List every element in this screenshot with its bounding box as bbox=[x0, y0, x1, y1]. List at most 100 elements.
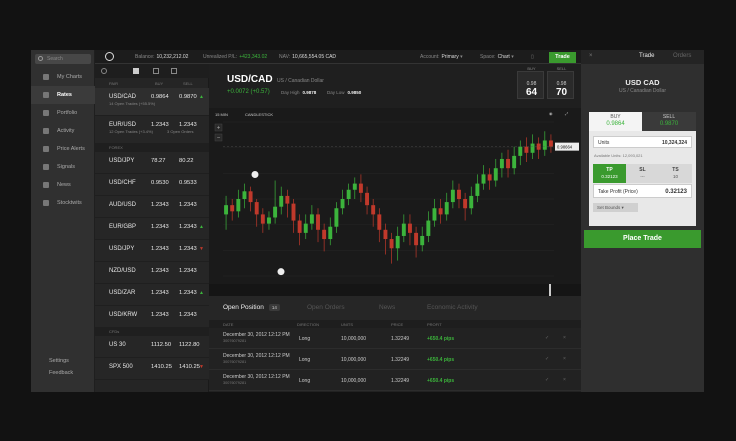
set-bounds-dropdown[interactable]: Set Bounds ▾ bbox=[593, 203, 638, 212]
candle-body bbox=[248, 191, 253, 203]
nav-item-price-alerts[interactable]: Price Alerts bbox=[31, 140, 95, 158]
check-icon[interactable]: ✓ bbox=[545, 377, 549, 383]
pair-title: USD/CAD bbox=[227, 74, 273, 85]
nav-item-stocktwits[interactable]: Stocktwits bbox=[31, 194, 95, 212]
close-icon[interactable]: × bbox=[563, 377, 566, 383]
position-row[interactable]: December 30, 2012 12:12 PM 30076079281 Lon… bbox=[209, 349, 581, 370]
candle-body bbox=[358, 183, 363, 193]
pair-name: US / Canadian Dollar bbox=[277, 78, 324, 84]
search-input[interactable]: Search bbox=[35, 54, 91, 64]
candle-body bbox=[457, 189, 461, 199]
navigator-strip[interactable] bbox=[209, 284, 581, 296]
arrow-up-icon: ▲ bbox=[199, 224, 204, 230]
tab-news[interactable]: News bbox=[379, 304, 395, 311]
trade-pair-name: US / Canadian Dollar bbox=[619, 88, 666, 94]
close-icon[interactable]: × bbox=[563, 356, 566, 362]
position-date: December 30, 2012 12:12 PM bbox=[223, 374, 290, 380]
trade-marker[interactable] bbox=[277, 268, 285, 276]
rate-symbol: AUD/USD bbox=[109, 202, 137, 208]
rate-row[interactable]: USD/CHF 0.9530 0.9533 bbox=[95, 174, 209, 196]
nav-item-news[interactable]: News bbox=[31, 176, 95, 194]
buy-quote-button[interactable]: BUY 0.98 64 bbox=[517, 66, 544, 99]
units-input[interactable]: Units 10,324,324 bbox=[593, 136, 692, 148]
sl-option[interactable]: SL --- bbox=[626, 164, 659, 183]
activity-icon bbox=[43, 128, 49, 134]
rate-buy: 1.2343 bbox=[151, 202, 169, 208]
candle-body bbox=[285, 195, 290, 204]
arrow-up-icon: ▲ bbox=[199, 290, 204, 296]
buy-side-tab[interactable]: BUY 0.9864 bbox=[589, 112, 642, 131]
current-price-label: 0.98664 bbox=[557, 144, 573, 149]
grid-view-icon[interactable] bbox=[153, 68, 159, 74]
candle-body bbox=[512, 155, 517, 169]
sell-side-tab[interactable]: SELL 0.9870 bbox=[642, 112, 696, 131]
nav-label: Price Alerts bbox=[57, 146, 85, 152]
candle-body bbox=[254, 202, 259, 215]
lock-icon[interactable]: ▯ bbox=[531, 50, 534, 64]
rate-row[interactable]: USD/ZAR 1.2343 1.2343 ▲ bbox=[95, 284, 209, 306]
list-view-icon[interactable] bbox=[133, 68, 139, 74]
account-selector[interactable]: Account: Primary ▾ bbox=[420, 50, 463, 64]
navigator-handle[interactable] bbox=[549, 284, 551, 296]
rate-row[interactable]: EUR/USD 1.2343 1.2343 12 Open Trades (+3.4%… bbox=[95, 116, 209, 144]
left-nav: Search My Charts Rates Portfolio Activit… bbox=[31, 50, 95, 392]
trade-marker[interactable] bbox=[251, 171, 259, 179]
trade-button[interactable]: Trade bbox=[549, 52, 576, 63]
position-row[interactable]: December 30, 2012 12:12 PM 30076079281 Lon… bbox=[209, 328, 581, 349]
rate-sub-orders: 3 Open Orders bbox=[167, 129, 194, 134]
space-selector[interactable]: Space: Chart ▾ bbox=[480, 50, 514, 64]
candle-body bbox=[487, 174, 492, 181]
rate-symbol: USD/JPY bbox=[109, 158, 135, 164]
take-profit-input[interactable]: Take Profit (Price) 0.32123 bbox=[593, 184, 692, 198]
alert-icon bbox=[43, 146, 49, 152]
available-units: Available Units: 12,093,021 bbox=[594, 153, 643, 158]
nav-item-signals[interactable]: Signals bbox=[31, 158, 95, 176]
nav-item-portfolio[interactable]: Portfolio bbox=[31, 104, 95, 122]
rate-sell: 1.2343 bbox=[179, 202, 197, 208]
rate-row[interactable]: USD/JPY 1.2343 1.2343 ▼ bbox=[95, 240, 209, 262]
rate-row[interactable]: USD/JPY 78.27 80.22 bbox=[95, 152, 209, 174]
tab-orders[interactable]: Orders bbox=[673, 53, 691, 59]
settings-link[interactable]: Settings bbox=[49, 358, 69, 364]
close-icon[interactable]: × bbox=[563, 335, 566, 341]
rate-row[interactable]: EUR/GBP 1.2343 1.2343 ▲ bbox=[95, 218, 209, 240]
search-icon[interactable] bbox=[101, 68, 107, 74]
top-bar: Balance: 10,232,212.02 Unrealized P/L: +42… bbox=[95, 50, 581, 64]
candle-body bbox=[316, 214, 320, 230]
candle-body bbox=[371, 205, 376, 215]
check-icon[interactable]: ✓ bbox=[545, 335, 549, 341]
nav-item-activity[interactable]: Activity bbox=[31, 122, 95, 140]
filter-icon[interactable] bbox=[171, 68, 177, 74]
buy-tab-value: 0.9864 bbox=[606, 121, 625, 127]
logo-icon bbox=[105, 52, 114, 61]
tp-option[interactable]: TP 0.32123 bbox=[593, 164, 626, 183]
check-icon[interactable]: ✓ bbox=[545, 356, 549, 362]
arrow-up-icon: ▲ bbox=[199, 94, 204, 100]
position-row[interactable]: December 30, 2012 12:12 PM 30076079281 Lon… bbox=[209, 370, 581, 391]
candle-body bbox=[322, 229, 327, 240]
tab-open-position[interactable]: Open Position 14 bbox=[223, 304, 280, 311]
rate-row[interactable]: USD/KRW 1.2343 1.2343 bbox=[95, 306, 209, 328]
rate-buy: 0.9530 bbox=[151, 180, 169, 186]
place-trade-button[interactable]: Place Trade bbox=[584, 230, 701, 248]
ts-option[interactable]: TS 10 bbox=[659, 164, 692, 183]
candle-body bbox=[297, 220, 302, 233]
tab-economic-activity[interactable]: Economic Activity bbox=[427, 304, 478, 311]
rate-row[interactable]: NZD/USD 1.2343 1.2343 bbox=[95, 262, 209, 284]
rate-row[interactable]: SPX 500 1410.25 1410.25 ▼ bbox=[95, 358, 209, 380]
rate-row[interactable]: US 30 1112.50 1122.80 bbox=[95, 336, 209, 358]
nav-item-my-charts[interactable]: My Charts bbox=[31, 68, 95, 86]
position-price: 1.32249 bbox=[391, 336, 410, 342]
sell-quote-button[interactable]: SELL 0.98 70 bbox=[547, 66, 574, 99]
close-icon[interactable]: × bbox=[589, 53, 593, 59]
balance-readout: Balance: 10,232,212.02 bbox=[135, 54, 189, 60]
rate-row[interactable]: USD/CAD 0.9864 0.9870 ▲ 14 Open Trades (+55.… bbox=[95, 88, 209, 116]
rate-row[interactable]: AUD/USD 1.2343 1.2343 bbox=[95, 196, 209, 218]
rate-sell: 1.2343 bbox=[179, 246, 197, 252]
feedback-link[interactable]: Feedback bbox=[49, 370, 73, 376]
rate-buy: 1112.50 bbox=[151, 342, 172, 348]
tab-trade[interactable]: Trade bbox=[639, 53, 654, 59]
nav-item-rates[interactable]: Rates bbox=[31, 86, 95, 104]
tab-open-orders[interactable]: Open Orders bbox=[307, 304, 345, 311]
arrow-down-icon: ▼ bbox=[199, 246, 204, 252]
